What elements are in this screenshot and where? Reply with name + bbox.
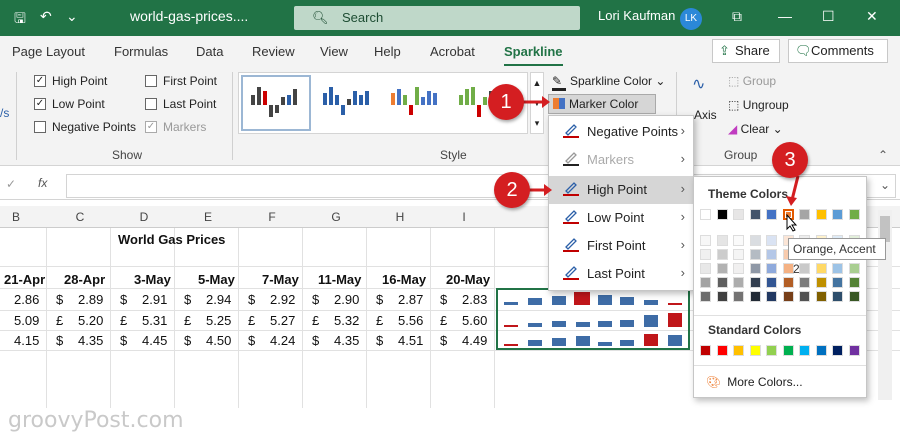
callout-badge: 3 [772,142,808,178]
callout-arrowhead [544,184,552,196]
callout-badge: 2 [494,172,530,208]
callout-arrowhead [542,96,550,108]
watermark: groovyPost.com [8,408,184,433]
callout-arrowhead [786,196,797,206]
callout-arrow [790,175,800,201]
callout-badge: 1 [488,84,524,120]
callout-arrows [520,96,800,206]
